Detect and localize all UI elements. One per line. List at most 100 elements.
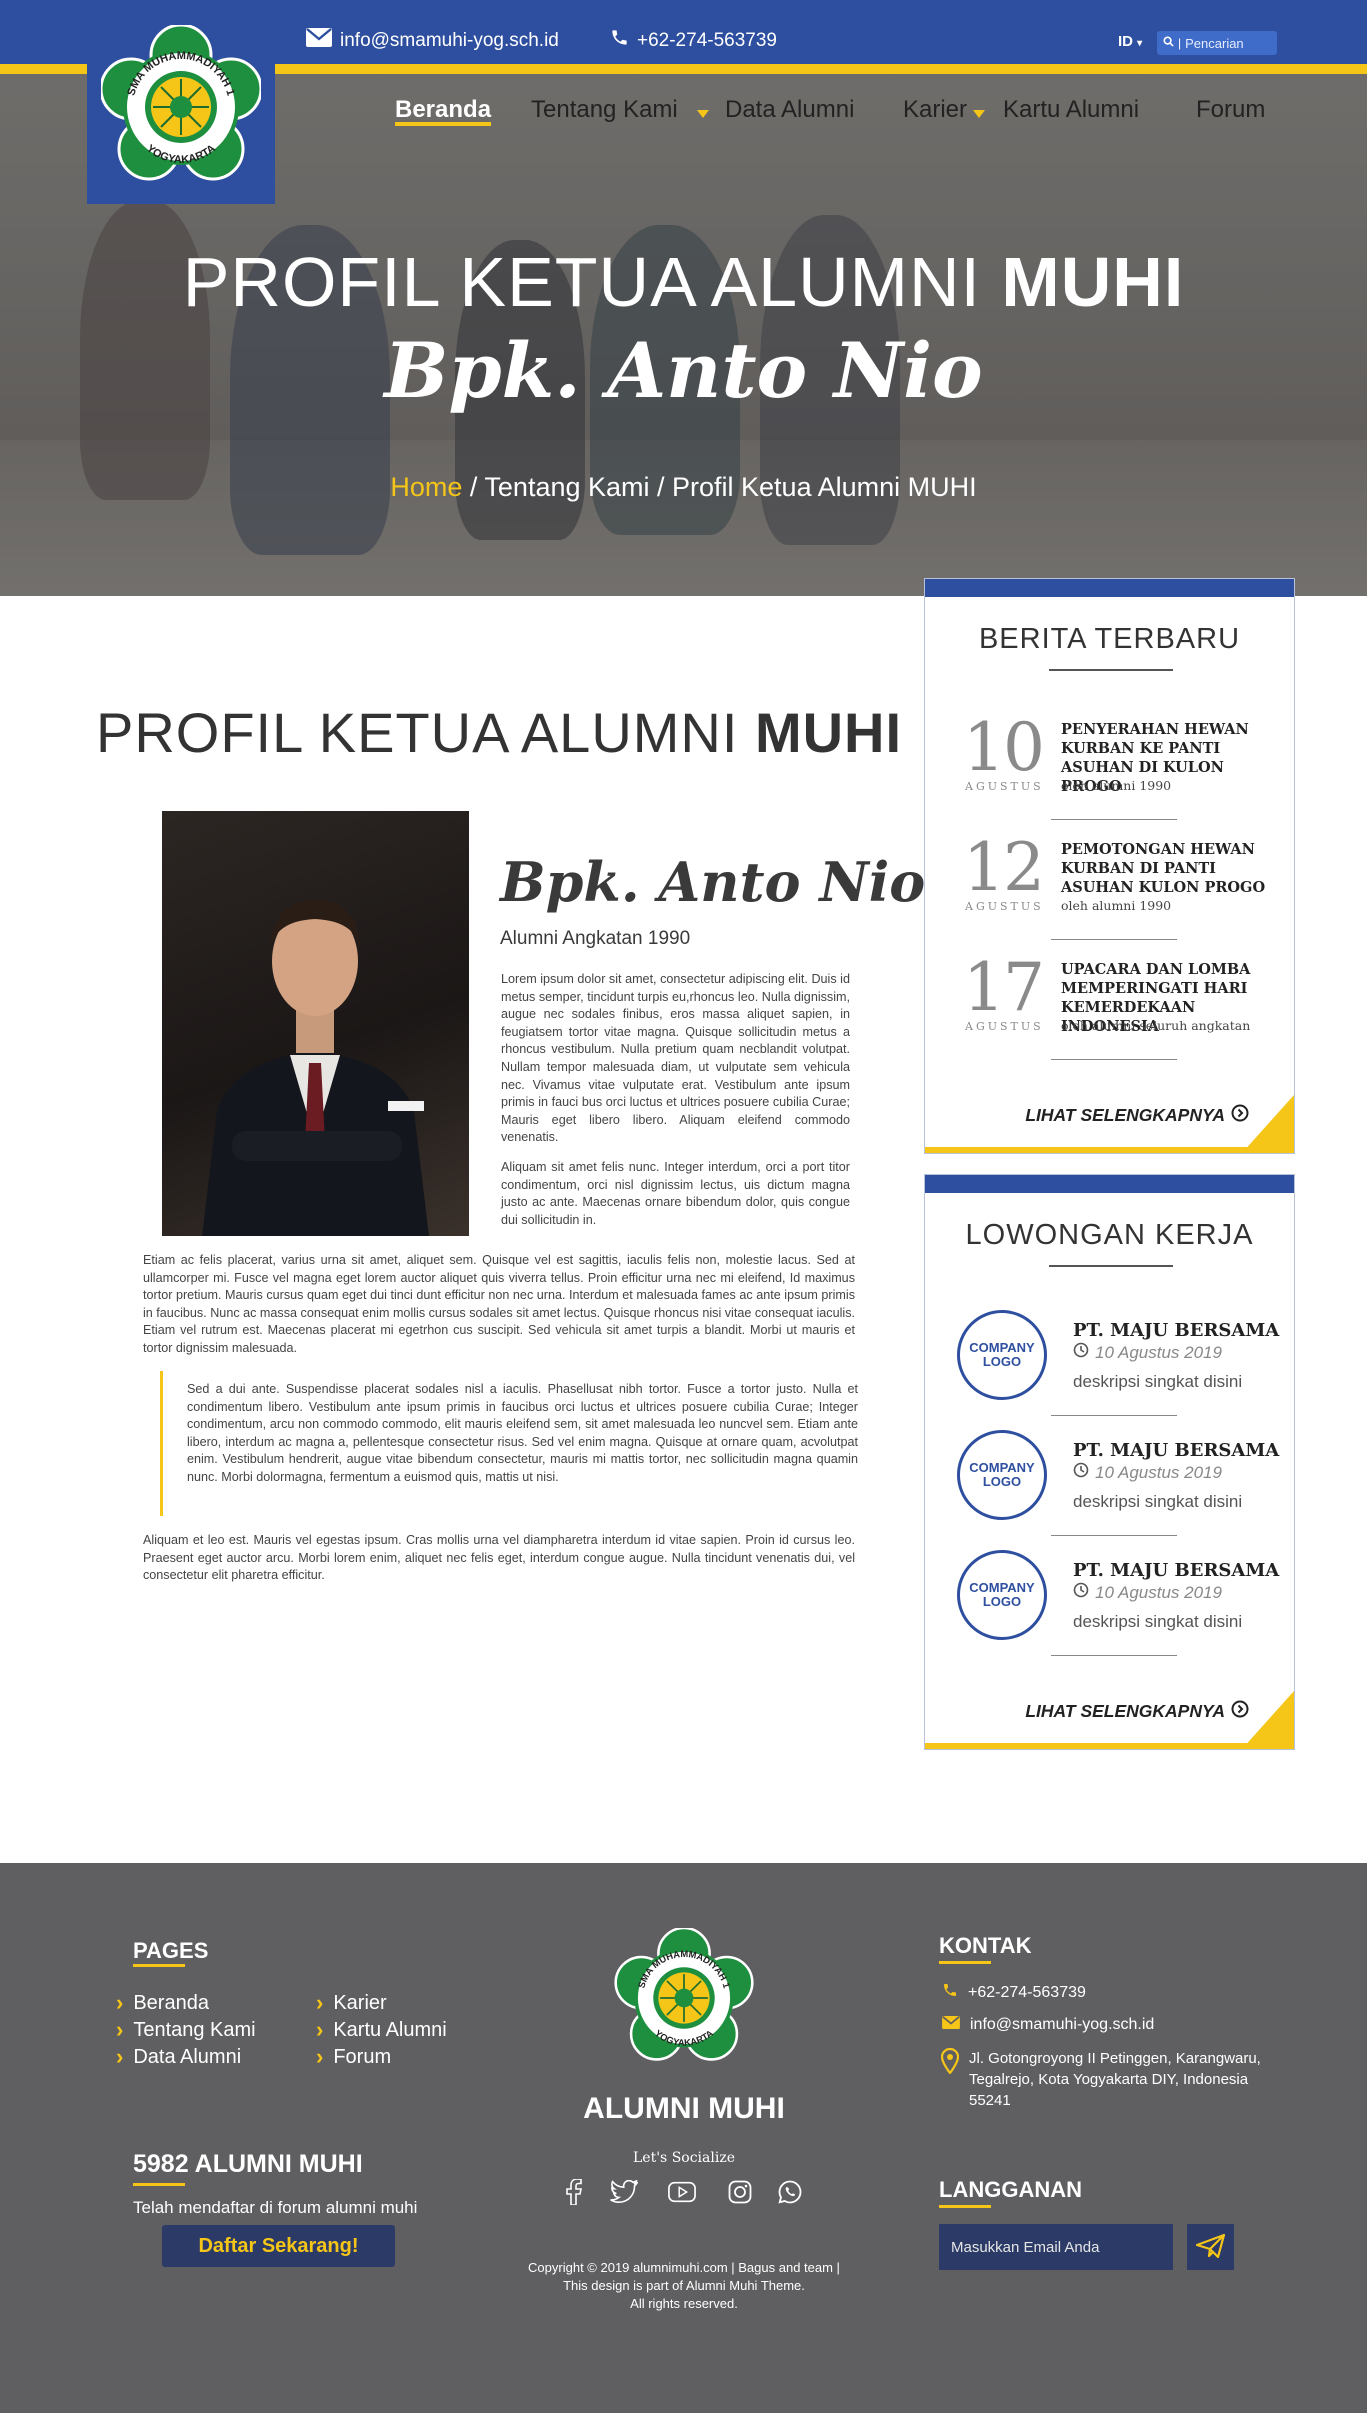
search-box[interactable]: | — [1157, 31, 1281, 55]
nav-data-alumni[interactable]: Data Alumni — [725, 96, 854, 126]
footer-link-tentang-kami[interactable]: › Tentang Kami — [116, 2017, 256, 2043]
blockquote-bar — [160, 1371, 163, 1516]
phone-icon — [610, 28, 629, 53]
job-date-text: 10 Agustus 2019 — [1095, 1582, 1222, 1602]
footer-logo-emblem: SMA MUHAMMADIYAH 1 YOGYAKARTA — [614, 1926, 754, 2061]
paper-plane-icon — [1195, 2233, 1226, 2262]
news-day: 12 — [963, 829, 1045, 906]
footer-link-kartu-alumni[interactable]: › Kartu Alumni — [316, 2017, 447, 2043]
jobs-more-label: LIHAT SELENGKAPNYA — [1025, 1701, 1225, 1721]
job-divider — [1051, 1655, 1177, 1656]
search-input[interactable] — [1185, 35, 1281, 51]
news-divider — [1051, 939, 1177, 940]
chevron-right-icon: › — [116, 2044, 124, 2069]
job-company-link[interactable]: PT. MAJU BERSAMA — [1073, 1560, 1279, 1581]
whatsapp-icon[interactable] — [776, 2178, 804, 2206]
footer-contact-title: KONTAK — [939, 1933, 1032, 1958]
header-phone[interactable]: +62-274-563739 — [610, 28, 777, 53]
nav-karier[interactable]: Karier — [903, 96, 967, 126]
facebook-icon[interactable] — [560, 2178, 588, 2206]
nav-beranda[interactable]: Beranda — [395, 96, 492, 126]
subscribe-send-button[interactable] — [1187, 2224, 1234, 2270]
news-more-link[interactable]: LIHAT SELENGKAPNYA — [1025, 1104, 1249, 1127]
copyright-line-1: Copyright © 2019 alumnimuhi.com | Bagus … — [528, 2260, 840, 2275]
news-day: 17 — [963, 949, 1045, 1026]
breadcrumb-home-link[interactable]: Home — [390, 472, 462, 502]
nav-tentang-kami[interactable]: Tentang Kami — [531, 96, 678, 126]
footer-logo[interactable]: SMA MUHAMMADIYAH 1 YOGYAKARTA — [608, 1926, 760, 2068]
job-date: 10 Agustus 2019 — [1073, 1582, 1222, 1603]
news-more-label: LIHAT SELENGKAPNYA — [1025, 1105, 1225, 1125]
profile-paragraph-1: Lorem ipsum dolor sit amet, consectetur … — [501, 972, 850, 1145]
search-icon — [1163, 34, 1174, 52]
footer-link-label: Kartu Alumni — [333, 2018, 447, 2041]
jobs-card-title-rule — [1049, 1265, 1173, 1267]
envelope-icon — [942, 2016, 960, 2034]
profile-paragraph-3: Etiam ac felis placerat, varius urna sit… — [143, 1253, 855, 1355]
copyright-line-3: All rights reserved. — [630, 2296, 738, 2311]
footer-link-label: Tentang Kami — [133, 2018, 256, 2041]
breadcrumb-trail: / Tentang Kami / Profil Ketua Alumni MUH… — [462, 472, 977, 502]
school-logo[interactable]: SMA MUHAMMADIYAH 1 YOGYAKARTA — [87, 10, 275, 204]
hero-title-light: PROFIL KETUA ALUMNI — [182, 243, 1002, 321]
footer-contact-phone[interactable]: +62-274-563739 — [942, 1982, 1086, 2003]
footer-link-label: Karier — [333, 1991, 387, 2014]
nav-forum[interactable]: Forum — [1196, 96, 1265, 126]
chevron-down-icon: ▾ — [1137, 38, 1143, 49]
alumni-count-subtitle: Telah mendaftar di forum alumni muhi — [133, 2198, 418, 2217]
company-logo: COMPANY LOGO — [957, 1550, 1047, 1640]
company-logo-label: COMPANY LOGO — [969, 1460, 1035, 1489]
profile-name: Bpk. Anto Nio — [500, 850, 926, 914]
news-title-link[interactable]: PEMOTONGAN HEWAN KURBAN DI PANTI ASUHAN … — [1061, 840, 1276, 897]
job-company-link[interactable]: PT. MAJU BERSAMA — [1073, 1440, 1279, 1461]
company-logo: COMPANY LOGO — [957, 1430, 1047, 1520]
clock-icon — [1073, 1342, 1089, 1363]
footer-subscribe-underline — [939, 2205, 991, 2208]
tentang-kami-dropdown-icon — [697, 110, 709, 118]
profile-paragraph-2: Aliquam sit amet felis nunc. Integer int… — [501, 1160, 850, 1227]
profile-portrait — [202, 899, 429, 1236]
news-month: AGUSTUS — [965, 1020, 1044, 1033]
footer-link-label: Forum — [333, 2045, 392, 2068]
footer-subscribe-title: LANGGANAN — [939, 2177, 1082, 2202]
breadcrumb: Home / Tentang Kami / Profil Ketua Alumn… — [0, 472, 1367, 503]
instagram-icon[interactable] — [726, 2178, 754, 2206]
chevron-right-icon: › — [316, 2017, 324, 2042]
jobs-more-link[interactable]: LIHAT SELENGKAPNYA — [1025, 1700, 1249, 1723]
header-email[interactable]: info@smamuhi-yog.sch.id — [306, 28, 559, 53]
register-button[interactable]: Daftar Sekarang! — [162, 2225, 395, 2267]
youtube-icon[interactable] — [668, 2178, 696, 2206]
footer-contact-address: Jl. Gotongroyong II Petinggen, Karangwar… — [969, 2050, 1261, 2109]
footer-contact-email[interactable]: info@smamuhi-yog.sch.id — [942, 2016, 1154, 2034]
hero-title-bold: MUHI — [1001, 243, 1185, 321]
company-logo: COMPANY LOGO — [957, 1310, 1047, 1400]
subscribe-email-input[interactable] — [939, 2224, 1173, 2270]
nav-kartu-alumni[interactable]: Kartu Alumni — [1003, 96, 1139, 126]
jobs-card-topbar — [925, 1175, 1294, 1193]
jobs-card-title: LOWONGAN KERJA — [965, 1219, 1254, 1251]
news-card-topbar — [925, 579, 1294, 597]
footer-link-beranda[interactable]: › Beranda — [116, 1990, 209, 2016]
footer-link-karier[interactable]: › Karier — [316, 1990, 387, 2016]
envelope-icon — [306, 28, 332, 53]
company-logo-label: COMPANY LOGO — [969, 1580, 1035, 1609]
clock-icon — [1073, 1462, 1089, 1483]
blockquote-text: Sed a dui ante. Suspendisse placerat sod… — [187, 1382, 858, 1484]
chevron-right-icon: › — [316, 2044, 324, 2069]
footer-link-data-alumni[interactable]: › Data Alumni — [116, 2044, 241, 2070]
language-select[interactable]: ID ▾ — [1118, 33, 1142, 50]
chevron-right-icon: › — [316, 1990, 324, 2015]
header-phone-text: +62-274-563739 — [637, 29, 777, 51]
page-title: PROFIL KETUA ALUMNI MUHI — [96, 700, 902, 765]
footer-link-forum[interactable]: › Forum — [316, 2044, 391, 2070]
job-company-link[interactable]: PT. MAJU BERSAMA — [1073, 1320, 1279, 1341]
job-divider — [1051, 1415, 1177, 1416]
footer-pages-title: PAGES — [133, 1938, 209, 1963]
alumni-count-underline — [133, 2183, 185, 2186]
page-title-light: PROFIL KETUA ALUMNI — [96, 701, 755, 764]
twitter-icon[interactable] — [610, 2178, 638, 2206]
chevron-right-icon: › — [116, 2017, 124, 2042]
profile-paragraph-4: Aliquam et leo est. Mauris vel egestas i… — [143, 1533, 855, 1583]
copyright-line-2: This design is part of Alumni Muhi Theme… — [563, 2278, 805, 2293]
alumni-count-title: 5982 ALUMNI MUHI — [133, 2150, 363, 2178]
